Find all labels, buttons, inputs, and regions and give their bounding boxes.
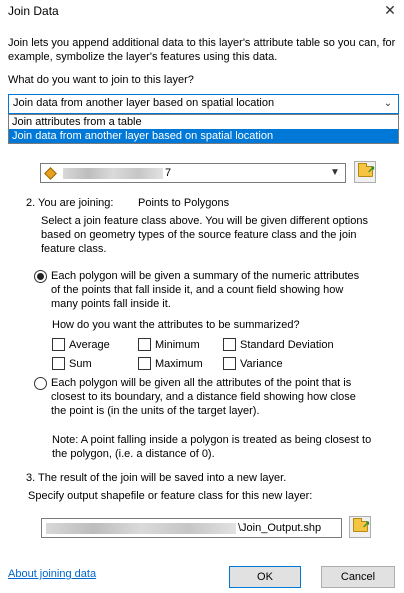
step3-label: 3. The result of the join will be saved … xyxy=(26,472,287,484)
sum-label: Sum xyxy=(69,358,92,370)
summary-option-label: Each polygon will be given a summary of … xyxy=(51,270,360,310)
summarize-question: How do you want the attributes to be sum… xyxy=(52,319,300,331)
minimum-label: Minimum xyxy=(155,339,200,351)
minimum-checkbox[interactable] xyxy=(138,338,151,351)
browse-output-button[interactable]: ↗ xyxy=(349,516,371,538)
layer-name-suffix: 7 xyxy=(165,167,172,179)
open-folder-icon: ↗ xyxy=(358,163,375,177)
join-type-dropdown-list[interactable]: Join attributes from a table Join data f… xyxy=(8,114,399,144)
window-title: Join Data xyxy=(8,4,59,18)
closest-option-radio[interactable] xyxy=(34,377,47,390)
join-type-value: Join data from another layer based on sp… xyxy=(13,97,275,109)
output-path-suffix: \Join_Output.shp xyxy=(238,522,322,534)
variance-checkbox[interactable] xyxy=(223,357,236,370)
join-type-option-table[interactable]: Join attributes from a table xyxy=(9,115,398,129)
average-label: Average xyxy=(69,339,110,351)
standard-deviation-label: Standard Deviation xyxy=(240,339,334,351)
output-prompt: Specify output shapefile or feature clas… xyxy=(28,490,313,502)
maximum-label: Maximum xyxy=(155,358,203,370)
summary-option-radio[interactable] xyxy=(34,270,47,283)
open-folder-icon: ↗ xyxy=(353,518,370,532)
sum-checkbox[interactable] xyxy=(52,357,65,370)
layer-name-redacted xyxy=(63,168,163,179)
output-path-redacted xyxy=(46,523,236,534)
standard-deviation-checkbox[interactable] xyxy=(223,338,236,351)
closest-option-label: Each polygon will be given all the attri… xyxy=(51,377,356,417)
join-type-select[interactable]: Join data from another layer based on sp… xyxy=(8,94,399,114)
join-layer-select[interactable]: 7 ▼ xyxy=(40,163,346,183)
cancel-button[interactable]: Cancel xyxy=(321,566,395,588)
join-kind-value: Points to Polygons xyxy=(138,197,230,209)
step2-description: Select a join feature class above. You w… xyxy=(41,215,368,255)
chevron-down-icon[interactable]: ▼ xyxy=(328,165,342,181)
browse-layer-button[interactable]: ↗ xyxy=(354,161,376,183)
ok-button[interactable]: OK xyxy=(229,566,301,588)
chevron-down-icon[interactable]: ⌄ xyxy=(381,96,395,112)
point-layer-icon xyxy=(44,167,57,180)
maximum-checkbox[interactable] xyxy=(138,357,151,370)
output-path-input[interactable]: \Join_Output.shp xyxy=(41,518,342,538)
join-question-label: What do you want to join to this layer? xyxy=(8,74,194,86)
variance-label: Variance xyxy=(240,358,283,370)
step2-label: 2. You are joining: xyxy=(26,197,114,209)
about-joining-link[interactable]: About joining data xyxy=(8,567,96,581)
close-icon[interactable]: ✕ xyxy=(381,1,399,19)
title-bar xyxy=(0,0,404,22)
average-checkbox[interactable] xyxy=(52,338,65,351)
intro-text: Join lets you append additional data to … xyxy=(8,37,396,63)
distance-note: Note: A point falling inside a polygon i… xyxy=(52,434,372,460)
join-type-option-spatial[interactable]: Join data from another layer based on sp… xyxy=(9,129,398,143)
